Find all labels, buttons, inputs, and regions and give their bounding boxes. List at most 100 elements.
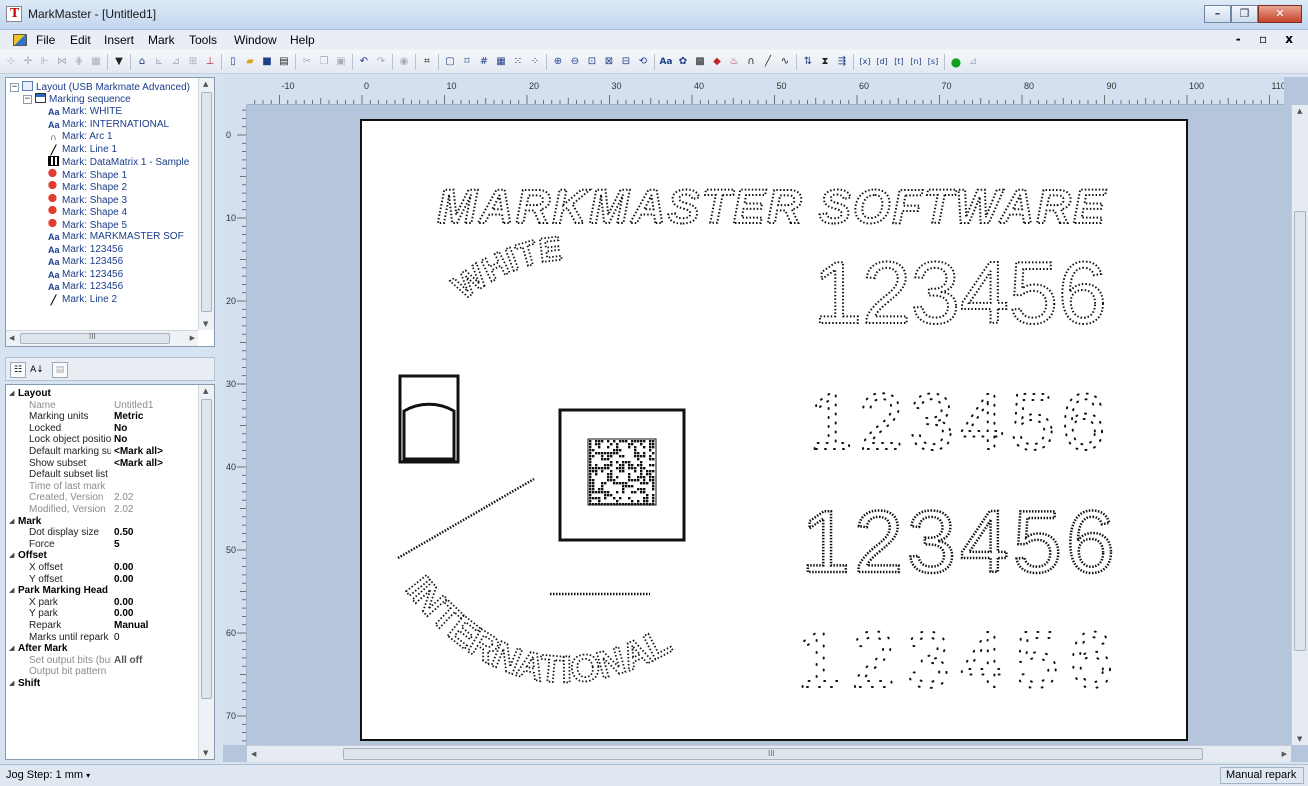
collapse-toggle[interactable]: − <box>10 83 19 92</box>
tree-item[interactable]: Aa Mark: 123456 <box>48 281 123 293</box>
number-row-outline[interactable]: 123456 <box>812 242 1108 343</box>
line-tool-icon[interactable]: ╱ <box>761 55 775 69</box>
property-value[interactable]: 2.02 <box>114 492 133 503</box>
arrange-icon[interactable]: ⊿ <box>169 55 183 69</box>
tree-item[interactable]: Mark: DataMatrix 1 - Sample <box>48 156 189 168</box>
mark-go-icon[interactable]: ● <box>949 55 963 69</box>
marking-page[interactable]: MARKMASTER SOFTWARE WHITE INTERNATIONAL <box>360 119 1188 741</box>
tree-item[interactable]: Aa Mark: 123456 <box>48 256 123 268</box>
marker-head-icon[interactable]: ▼ <box>112 55 126 69</box>
property-row[interactable]: Y offset 0.00 <box>6 574 202 585</box>
tree-item[interactable]: ╱ Mark: Line 2 <box>48 294 117 306</box>
property-value[interactable]: 0.50 <box>114 527 133 538</box>
property-row[interactable]: Force 5 <box>6 539 202 550</box>
categorized-button[interactable]: ☷ <box>10 362 26 378</box>
property-row[interactable]: Y park 0.00 <box>6 608 202 619</box>
selection-icon[interactable]: ⌗ <box>420 55 434 69</box>
group-icon[interactable]: ▦ <box>89 55 103 69</box>
properties-scrollbar[interactable]: ▲ ▼ <box>198 385 214 759</box>
property-value[interactable]: No <box>114 434 127 445</box>
properties-scroll-thumb[interactable] <box>201 399 212 699</box>
tree-item[interactable]: Aa Mark: 123456 <box>48 244 123 256</box>
property-category[interactable]: Layout <box>6 388 202 399</box>
jog-step-dropdown[interactable]: Jog Step: 1 mm ▾ <box>6 769 90 781</box>
scroll-down-icon[interactable]: ▼ <box>1297 735 1302 743</box>
menu-edit[interactable]: Edit <box>68 33 93 47</box>
scroll-right-icon[interactable]: ▶ <box>1282 750 1287 758</box>
zoom-page-icon[interactable]: ⊠ <box>602 55 616 69</box>
app-icon[interactable] <box>6 6 22 22</box>
grid-snap-icon[interactable]: ⋕ <box>72 55 86 69</box>
variable-x-icon[interactable]: [x] <box>858 55 872 69</box>
property-value[interactable]: All off <box>114 655 142 666</box>
canvas-vscroll-thumb[interactable] <box>1294 211 1306 651</box>
zoom-fit-icon[interactable]: ⊡ <box>585 55 599 69</box>
international-arc-text[interactable]: INTERNATIONAL <box>397 568 679 693</box>
cut-icon[interactable]: ✂ <box>300 55 314 69</box>
scroll-down-icon[interactable]: ▼ <box>203 749 208 757</box>
paste-icon[interactable]: ▣ <box>334 55 348 69</box>
tree-vscroll-thumb[interactable] <box>201 92 212 312</box>
property-row[interactable]: X park 0.00 <box>6 597 202 608</box>
fine-grid-icon[interactable]: ▦ <box>494 55 508 69</box>
variable-shift-icon[interactable]: [s] <box>926 55 940 69</box>
scroll-right-icon[interactable]: ▶ <box>190 334 195 342</box>
property-category[interactable]: Shift <box>6 678 202 689</box>
text-tool-icon[interactable]: Aa <box>659 55 673 69</box>
number-row-dot-matrix[interactable]: 123456 <box>796 614 1124 705</box>
property-value[interactable]: Manual <box>114 620 148 631</box>
property-row[interactable]: X offset 0.00 <box>6 562 202 573</box>
property-row[interactable]: Output bit pattern <box>6 666 202 677</box>
tree-item[interactable]: Mark: Shape 1 <box>48 168 127 181</box>
dots-small-icon[interactable]: ⁘ <box>528 55 542 69</box>
tree-item[interactable]: Mark: Shape 5 <box>48 218 127 231</box>
variable-date-icon[interactable]: [d] <box>875 55 889 69</box>
save-icon[interactable]: ■ <box>260 55 274 69</box>
number-row-sparse-dots[interactable]: 123456 <box>808 376 1112 467</box>
sequence-icon[interactable]: ⇅ <box>801 55 815 69</box>
property-value[interactable]: 0.00 <box>114 597 133 608</box>
white-arc-text[interactable]: WHITE <box>445 229 565 308</box>
menu-file[interactable]: File <box>34 33 57 47</box>
property-value[interactable]: <Mark all> <box>114 446 163 457</box>
canvas-horizontal-scrollbar[interactable]: ◀ III ▶ <box>247 745 1291 762</box>
dots-icon[interactable]: ⁙ <box>511 55 525 69</box>
property-row[interactable]: Marks until repark 0 <box>6 632 202 643</box>
datamatrix-tool-icon[interactable]: ▩ <box>693 55 707 69</box>
refresh-icon[interactable]: ⟲ <box>636 55 650 69</box>
property-row[interactable]: Show subset <Mark all> <box>6 458 202 469</box>
property-value[interactable]: 5 <box>114 539 120 550</box>
minimize-button[interactable]: – <box>1204 5 1231 23</box>
tree-item[interactable]: ╱ Mark: Line 1 <box>48 144 117 156</box>
property-row[interactable]: Repark Manual <box>6 620 202 631</box>
document-menu-icon[interactable] <box>13 34 27 46</box>
markmaster-title-text[interactable]: MARKMASTER SOFTWARE <box>436 180 1107 235</box>
tree-root[interactable]: Layout (USB Markmate Advanced) <box>22 81 190 93</box>
zoom-selection-icon[interactable]: ⊟ <box>619 55 633 69</box>
tree-item[interactable]: Aa Mark: 123456 <box>48 269 123 281</box>
frame-grid-icon[interactable]: ⌑ <box>460 55 474 69</box>
property-value[interactable]: Untitled1 <box>114 400 153 411</box>
property-row[interactable]: Default subset list <box>6 469 202 480</box>
property-value[interactable]: 0 <box>114 632 120 643</box>
tree-item[interactable]: Mark: Shape 2 <box>48 181 127 193</box>
property-category[interactable]: After Mark <box>6 643 202 654</box>
stop-icon[interactable]: ⊿ <box>966 55 980 69</box>
shape-tool-icon[interactable]: ◆ <box>710 55 724 69</box>
tree-item[interactable]: Aa Mark: INTERNATIONAL <box>48 119 169 131</box>
page-frame-icon[interactable]: ▢ <box>443 55 457 69</box>
tree-hscroll-thumb[interactable]: III <box>20 332 170 344</box>
property-value[interactable]: 0.00 <box>114 562 133 573</box>
serial-icon[interactable]: ⇶ <box>835 55 849 69</box>
graphic-tool-icon[interactable]: ♨ <box>727 55 741 69</box>
scroll-left-icon[interactable]: ◀ <box>9 334 14 342</box>
align-left-icon[interactable]: ⊩ <box>38 55 52 69</box>
scroll-down-icon[interactable]: ▼ <box>203 320 208 328</box>
scroll-up-icon[interactable]: ▲ <box>203 80 208 88</box>
property-row[interactable]: Default marking subset<Mark all> <box>6 446 202 457</box>
property-value[interactable]: <Mark all> <box>114 458 163 469</box>
zoom-in-icon[interactable]: ⊕ <box>551 55 565 69</box>
grid-icon[interactable]: # <box>477 55 491 69</box>
park-icon[interactable]: ⊾ <box>152 55 166 69</box>
menu-help[interactable]: Help <box>288 33 317 47</box>
